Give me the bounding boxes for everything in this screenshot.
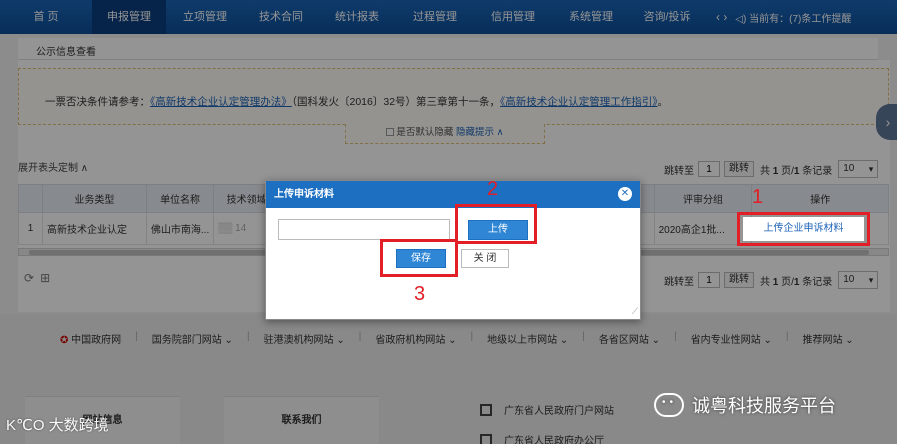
resize-grip-icon[interactable]: ⟋	[632, 306, 638, 317]
watermark-left: K℃O 大数跨境	[6, 417, 109, 434]
close-icon[interactable]: ✕	[618, 187, 632, 201]
wechat-icon	[654, 393, 684, 417]
annotation-box-3	[380, 239, 458, 277]
close-button[interactable]: 关 闭	[461, 249, 509, 268]
watermark-right: 诚粤科技服务平台	[654, 392, 836, 418]
dialog-header: 上传申诉材料 ✕	[266, 181, 640, 208]
dialog-title: 上传申诉材料	[274, 189, 334, 200]
file-path-input[interactable]	[278, 219, 450, 240]
annotation-number-2: 2	[487, 178, 499, 200]
annotation-number-3: 3	[414, 283, 426, 305]
annotation-box-1	[737, 212, 870, 246]
annotation-box-2	[455, 204, 537, 244]
annotation-number-1: 1	[752, 186, 764, 208]
